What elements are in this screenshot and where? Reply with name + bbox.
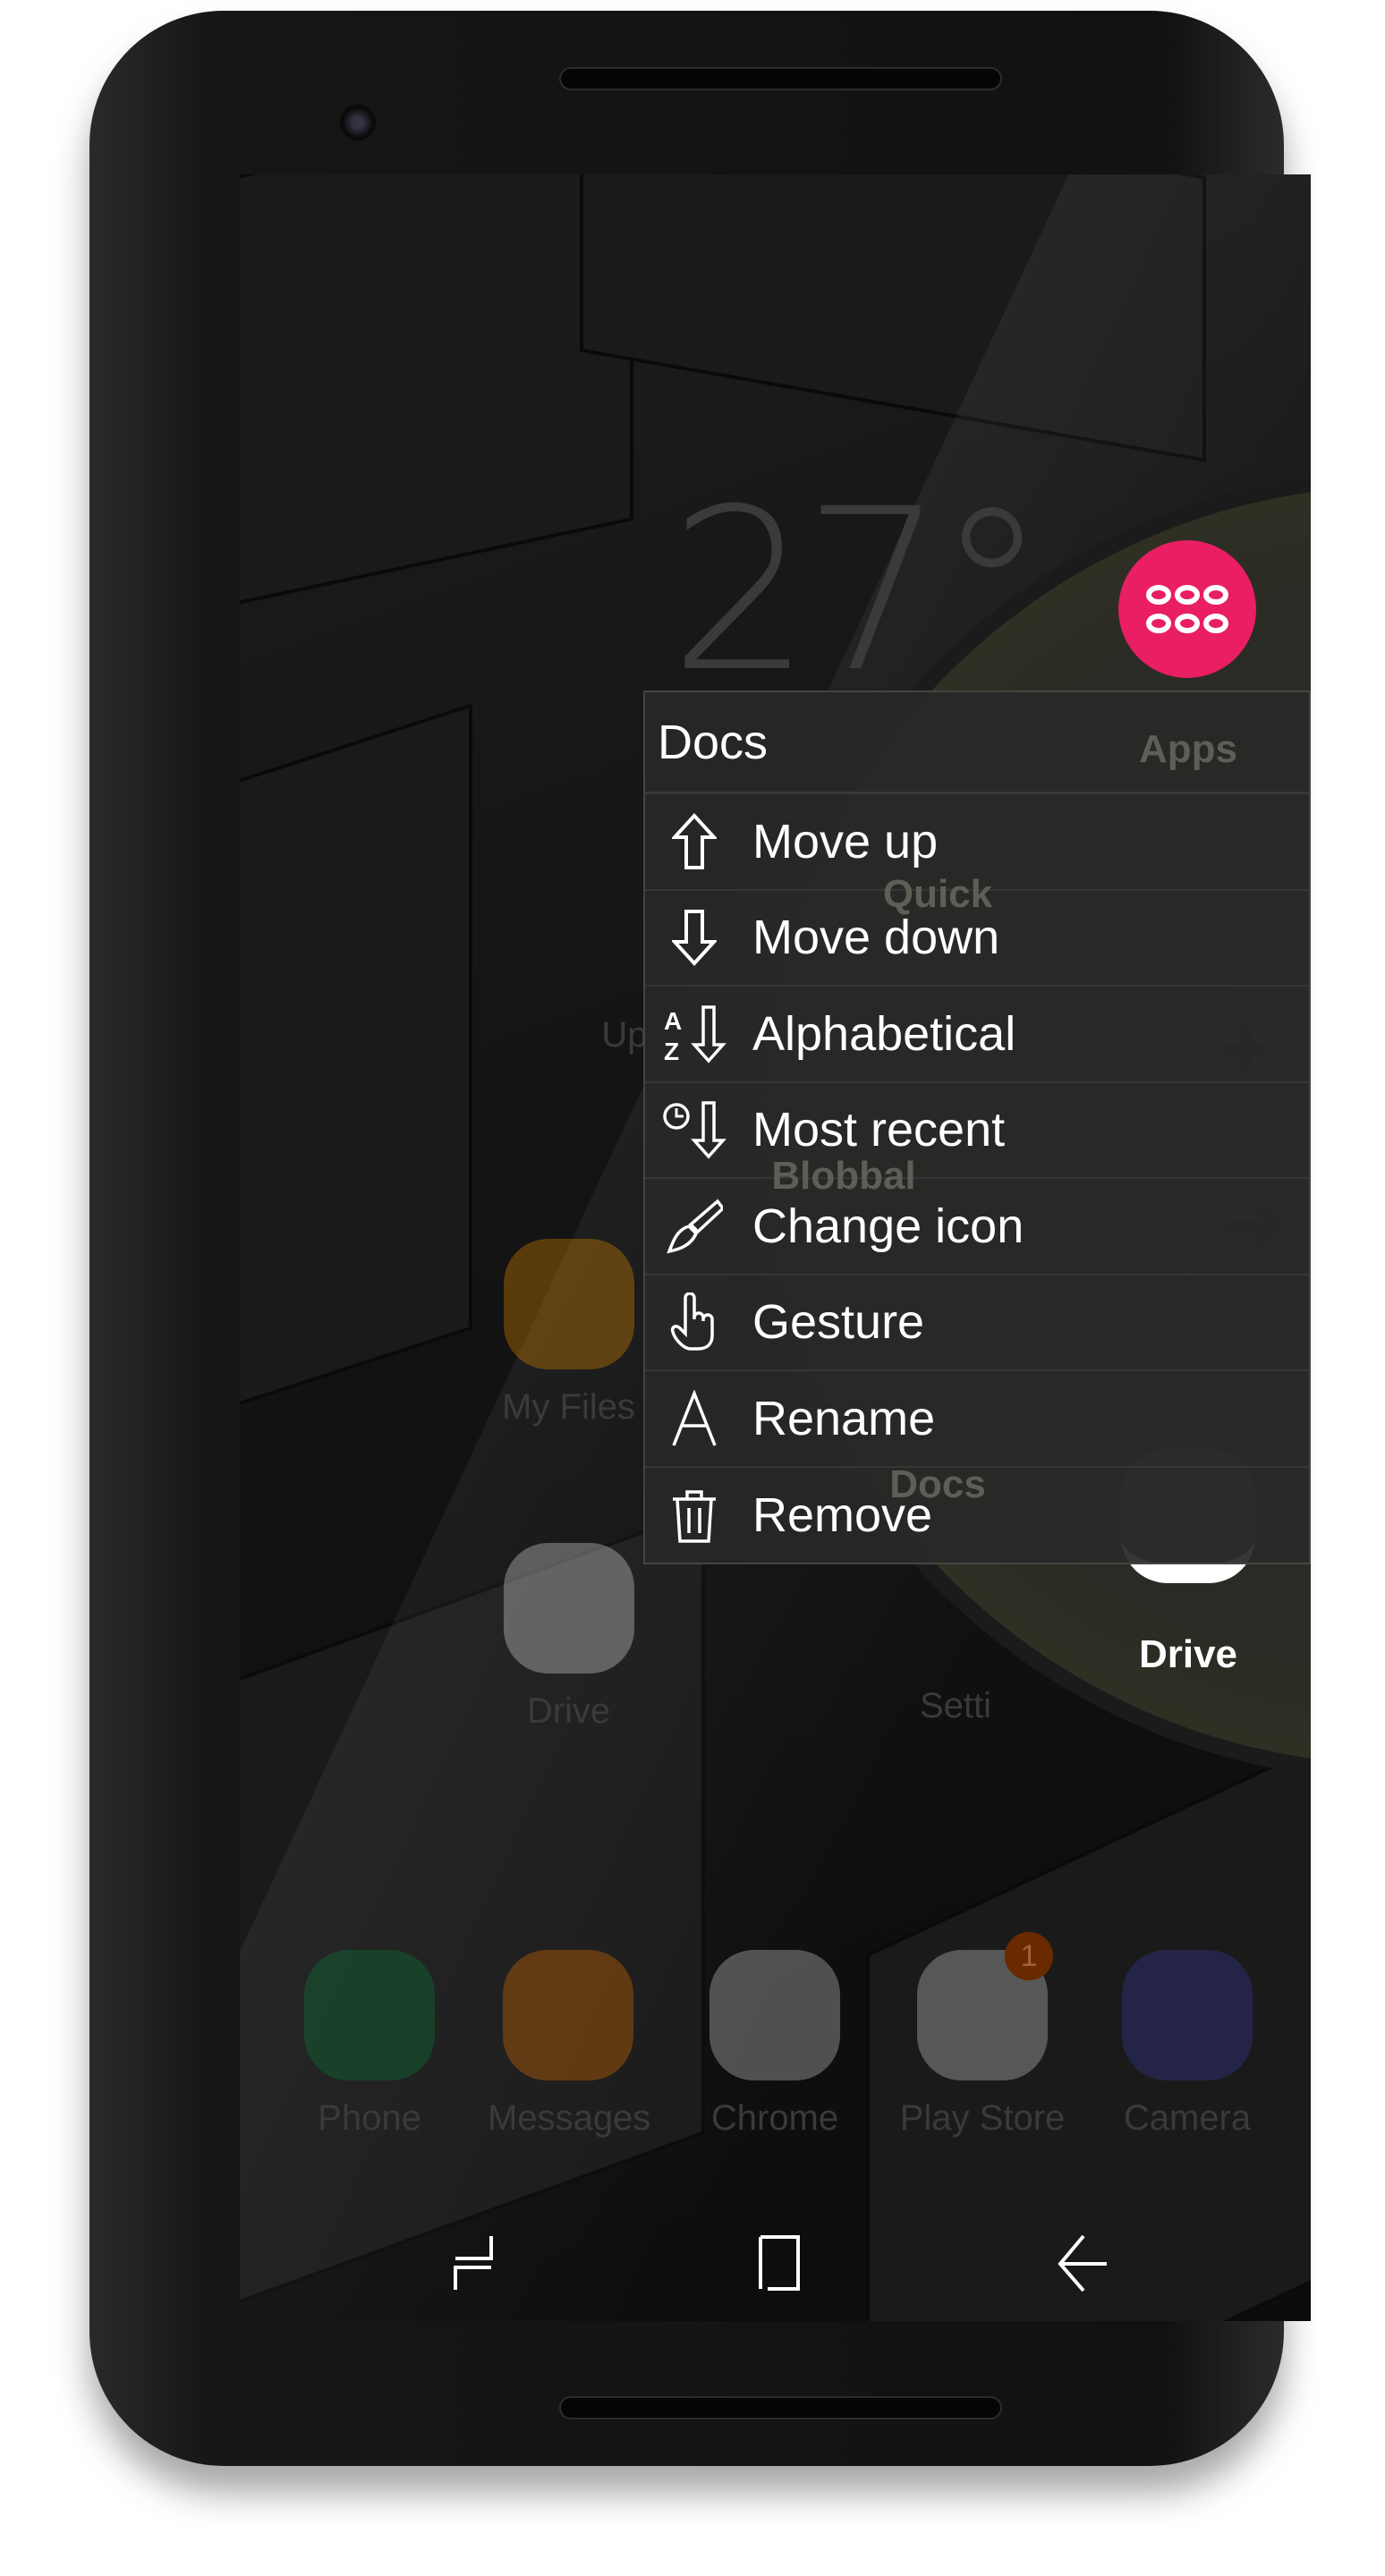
menu-item-gesture[interactable]: Gesture <box>645 1275 1309 1371</box>
app-my-files[interactable]: My Files <box>490 1239 647 1428</box>
phone-frame: 27° Up My Files Drive Setti + ➜ Apps Qui… <box>89 11 1311 2466</box>
circle-item-docs[interactable]: Docs <box>848 1462 1027 1507</box>
home-screen: 27° Up My Files Drive Setti + ➜ Apps Qui… <box>240 174 1311 2321</box>
trash-icon <box>645 1487 743 1544</box>
phone-icon <box>304 1950 435 2080</box>
letter-a-icon <box>645 1389 743 1447</box>
context-menu: Docs Move up Move down AZ Alphabetical M… <box>643 691 1311 1564</box>
home-icon[interactable] <box>748 2232 811 2294</box>
arrow-down-outline-icon <box>645 909 743 967</box>
arrow-up-outline-icon <box>645 812 743 870</box>
dock-app-play-store[interactable]: Play Store 1 <box>897 1932 1067 2139</box>
hand-pointer-icon <box>645 1292 743 1352</box>
svg-text:Z: Z <box>664 1038 679 1063</box>
menu-item-alphabetical[interactable]: AZ Alphabetical <box>645 987 1309 1083</box>
back-icon[interactable] <box>1048 2232 1110 2294</box>
front-camera <box>340 105 376 140</box>
dock-app-phone[interactable]: Phone <box>293 1950 446 2139</box>
sort-alpha-icon: AZ <box>645 1004 743 1063</box>
dock-app-camera[interactable]: Camera <box>1111 1950 1263 2139</box>
app-drive[interactable]: Drive <box>490 1543 647 1732</box>
sort-recent-icon <box>645 1100 743 1159</box>
folder-icon <box>503 1239 634 1369</box>
dock-app-messages[interactable]: Messages <box>488 1950 650 2139</box>
circle-item-drive[interactable]: Drive <box>1099 1632 1278 1677</box>
menu-item-rename[interactable]: Rename <box>645 1371 1309 1468</box>
menu-item-most-recent[interactable]: Most recent <box>645 1083 1309 1179</box>
app-drawer-grid-icon <box>1146 585 1228 633</box>
notification-badge: 1 <box>1005 1932 1053 1980</box>
circle-item-apps[interactable]: Apps <box>1099 727 1278 772</box>
chrome-icon <box>709 1950 840 2080</box>
circle-item-blobbal[interactable]: Blobbal <box>754 1154 933 1199</box>
recents-icon[interactable] <box>448 2232 511 2294</box>
earpiece-speaker <box>559 67 1002 90</box>
dock-app-chrome[interactable]: Chrome <box>699 1950 851 2139</box>
bottom-speaker <box>559 2396 1002 2419</box>
paintbrush-icon <box>645 1198 743 1255</box>
svg-text:A: A <box>664 1007 682 1035</box>
camera-icon <box>1122 1950 1253 2080</box>
circle-item-quick-settings[interactable]: Quick <box>848 872 1027 917</box>
app-drawer-button[interactable] <box>1118 540 1256 678</box>
messages-icon <box>503 1950 633 2080</box>
google-drive-icon <box>503 1543 634 1674</box>
app-settings[interactable]: Setti <box>902 1686 1009 1726</box>
menu-item-change-icon[interactable]: Change icon <box>645 1179 1309 1275</box>
navigation-bar <box>240 2214 1311 2312</box>
